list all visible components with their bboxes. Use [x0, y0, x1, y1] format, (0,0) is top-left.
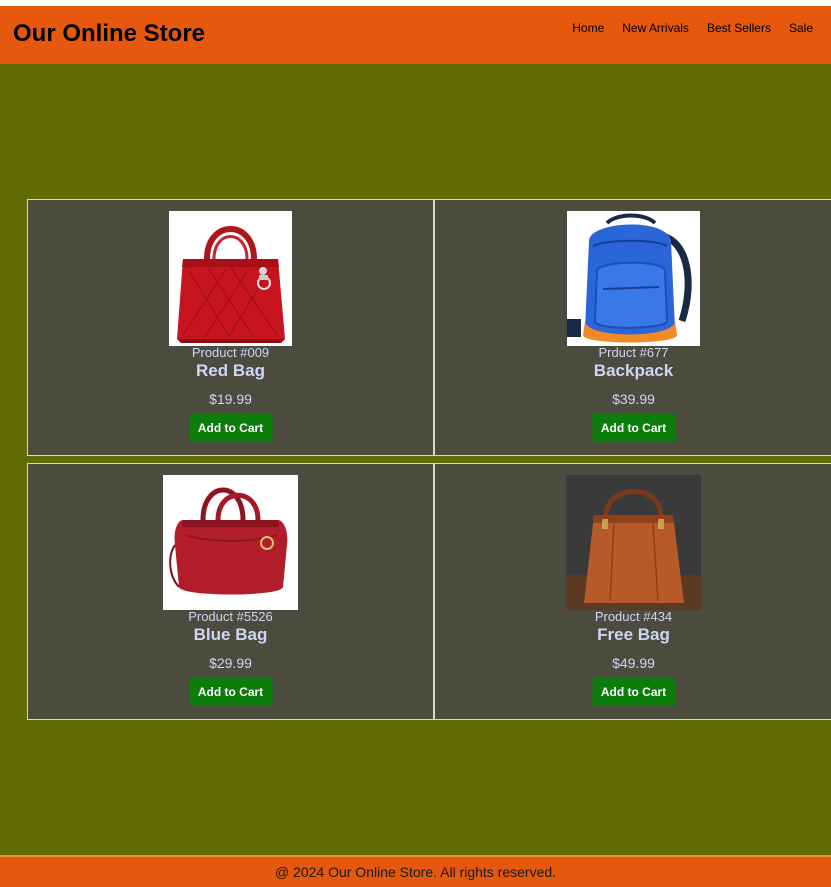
product-name: Red Bag	[196, 361, 265, 380]
product-name: Free Bag	[597, 625, 670, 644]
product-id: Product #434	[594, 609, 673, 624]
product-grid: Product #009 Red Bag $19.99 Add to Cart	[0, 64, 831, 855]
product-id: Product #009	[191, 345, 270, 360]
add-to-cart-button[interactable]: Add to Cart	[189, 414, 272, 442]
add-to-cart-button[interactable]: Add to Cart	[592, 414, 675, 442]
nav-link-home[interactable]: Home	[572, 21, 604, 35]
nav-link-best-sellers[interactable]: Best Sellers	[707, 21, 771, 35]
brown-leather-tote-image[interactable]	[566, 475, 701, 610]
product-price: $49.99	[612, 655, 655, 671]
copyright-text: @ 2024 Our Online Store. All rights rese…	[274, 864, 557, 880]
add-to-cart-button[interactable]: Add to Cart	[592, 678, 675, 706]
product-id: Product #5526	[188, 609, 273, 624]
product-name: Blue Bag	[193, 625, 268, 644]
product-card: Product #434 Free Bag $49.99 Add to Cart	[434, 463, 831, 720]
nav-link-sale[interactable]: Sale	[789, 21, 813, 35]
add-to-cart-button[interactable]: Add to Cart	[189, 678, 272, 706]
product-card: Product #009 Red Bag $19.99 Add to Cart	[27, 199, 434, 456]
site-title: Our Online Store	[13, 20, 206, 47]
site-footer: @ 2024 Our Online Store. All rights rese…	[0, 855, 831, 887]
nav-link-new-arrivals[interactable]: New Arrivals	[622, 21, 689, 35]
product-name: Backpack	[593, 361, 674, 380]
page: Our Online Store Home New Arrivals Best …	[0, 0, 831, 887]
product-price: $29.99	[209, 655, 252, 671]
product-price: $39.99	[612, 391, 655, 407]
product-card: Prduct #677 Backpack $39.99 Add to Cart	[434, 199, 831, 456]
red-doctor-bag-image[interactable]	[163, 475, 298, 610]
blue-backpack-image[interactable]	[567, 211, 700, 346]
product-card: Product #5526 Blue Bag $29.99 Add to Car…	[27, 463, 434, 720]
main-nav: Home New Arrivals Best Sellers Sale	[554, 21, 813, 35]
product-id: Prduct #677	[598, 345, 669, 360]
site-header: Our Online Store Home New Arrivals Best …	[0, 6, 831, 64]
product-price: $19.99	[209, 391, 252, 407]
red-quilted-handbag-image[interactable]	[169, 211, 292, 346]
